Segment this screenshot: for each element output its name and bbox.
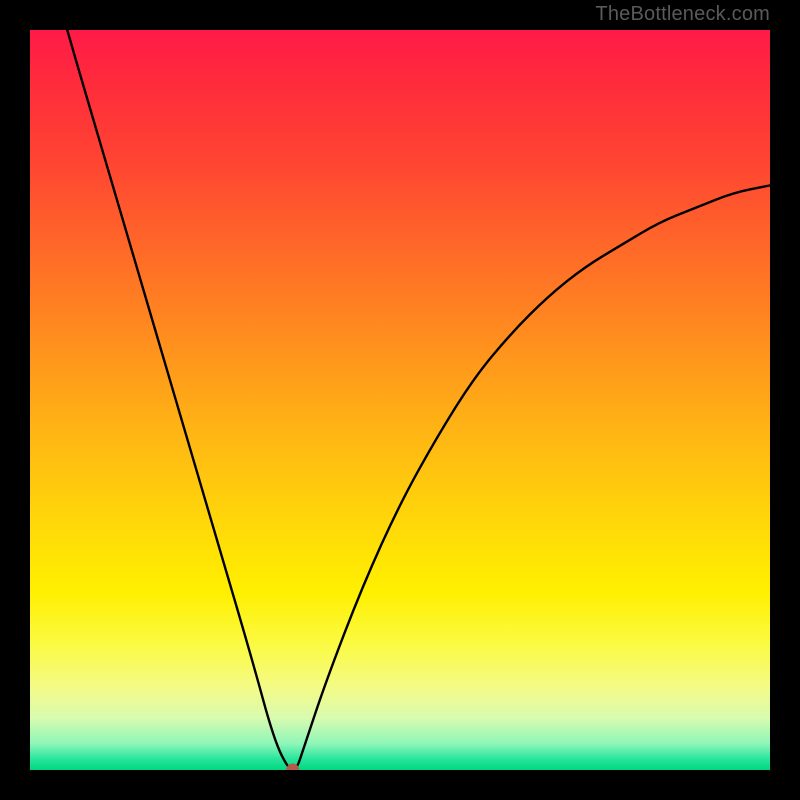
chart-svg [30, 30, 770, 770]
bottleneck-curve [30, 30, 770, 770]
chart-frame: TheBottleneck.com [0, 0, 800, 800]
plot-area [30, 30, 770, 770]
watermark-label: TheBottleneck.com [595, 3, 770, 26]
